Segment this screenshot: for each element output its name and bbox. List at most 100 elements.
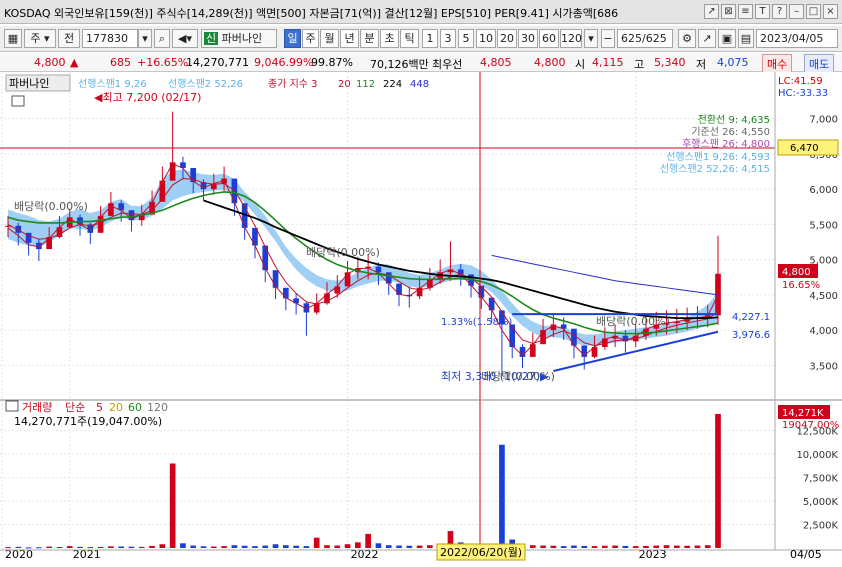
maximize-button[interactable]: □ xyxy=(806,4,821,19)
date-input[interactable]: 2023/04/05 xyxy=(756,29,838,48)
volume-bar xyxy=(632,546,639,548)
volume-tick-label: 7,500K xyxy=(803,474,839,485)
volume-bar xyxy=(241,545,248,548)
legend-span2[interactable]: 선행스팬2 52,26 xyxy=(168,78,243,90)
minus-icon[interactable]: − xyxy=(601,29,615,48)
draw-tool-icon[interactable]: ↗ xyxy=(698,29,716,48)
candle-body xyxy=(375,266,382,273)
legend-ma-close[interactable]: 종가 지수 3 xyxy=(268,78,318,90)
lc-value: LC:41.59 xyxy=(778,76,823,87)
volume-legend-title[interactable]: 거래량 xyxy=(22,401,52,414)
volume-bar xyxy=(221,546,227,548)
price-tick-label: 7,000 xyxy=(809,115,838,126)
price-tick-label: 4,000 xyxy=(809,326,838,337)
minute-3[interactable]: 3 xyxy=(440,29,456,48)
volume-bar xyxy=(210,546,217,548)
chart-area[interactable]: 7,0006,5006,0005,5005,0004,5004,0003,500… xyxy=(0,72,842,567)
stock-code-input[interactable]: 177830 xyxy=(82,29,138,48)
volume-top-value: 14,271K xyxy=(782,408,824,419)
speaker-icon[interactable]: ◀▾ xyxy=(172,29,198,48)
candle-count-input[interactable]: 625/625 xyxy=(617,29,673,48)
tab-tick[interactable]: 틱 xyxy=(400,29,419,48)
volume-bar xyxy=(56,547,63,549)
legend-span1[interactable]: 선행스팬1 9,26 xyxy=(78,78,147,90)
save-icon[interactable]: ▣ xyxy=(718,29,736,48)
volume-bar xyxy=(313,537,320,548)
volume-bar xyxy=(612,545,618,548)
tab-day[interactable]: 일 xyxy=(284,29,301,48)
minute-5[interactable]: 5 xyxy=(458,29,474,48)
candle-count: 625 xyxy=(621,32,642,45)
volume-bar xyxy=(169,463,176,548)
link-icon[interactable]: ↗ xyxy=(704,4,719,19)
volume-ma-120[interactable]: 120 xyxy=(147,401,168,414)
conversion-line-value: 전환선 9: 4,635 xyxy=(698,114,770,126)
buy-button[interactable]: 매수 xyxy=(762,54,793,74)
bid-price: 4,800 xyxy=(534,56,566,69)
settings-icon[interactable]: ⚙ xyxy=(678,29,696,48)
candle-count-total: /625 xyxy=(642,32,667,45)
price-tick-label: 6,000 xyxy=(809,185,838,196)
legend-ma-224[interactable]: 224 xyxy=(383,79,402,90)
candle-body xyxy=(282,287,289,299)
menu-icon[interactable]: ≡ xyxy=(738,4,753,19)
low-price: 4,075 xyxy=(717,56,749,69)
tab-year[interactable]: 년 xyxy=(340,29,359,48)
legend-ma-448[interactable]: 448 xyxy=(410,79,429,90)
minute-60[interactable]: 60 xyxy=(539,29,559,48)
legend-ma-112[interactable]: 112 xyxy=(356,79,375,90)
volume-bar xyxy=(36,547,42,549)
volume-bar xyxy=(715,414,721,548)
volume-bar xyxy=(272,544,279,548)
tab-minute[interactable]: 분 xyxy=(360,29,379,48)
minute-1[interactable]: 1 xyxy=(422,29,438,48)
volume-legend-ma[interactable]: 단순 xyxy=(65,401,85,414)
help-icon[interactable]: ? xyxy=(772,4,787,19)
close-button[interactable]: × xyxy=(823,4,838,19)
volume-ma-60[interactable]: 60 xyxy=(128,401,142,414)
volume-bar xyxy=(252,546,258,548)
capture-icon[interactable]: ⊠ xyxy=(721,4,736,19)
market-select[interactable]: 주 ▾ xyxy=(24,29,56,48)
base-line-value: 기준선 26: 4,550 xyxy=(691,126,770,138)
dividend-label-3: 배당락(0.00%) xyxy=(481,370,555,383)
code-dropdown-icon[interactable]: ▾ xyxy=(138,29,152,48)
minute-20[interactable]: 20 xyxy=(497,29,517,48)
price-tick-label: 3,500 xyxy=(809,361,838,372)
search-icon[interactable]: ⌕ xyxy=(154,29,170,48)
legend-ma-20[interactable]: 20 xyxy=(338,79,351,90)
current-price-marker: 4,800 xyxy=(782,267,811,278)
max-label: ◀최고 7,200 (02/17) xyxy=(94,91,201,104)
layout-icon[interactable]: ▦ xyxy=(4,29,22,48)
volume-bar xyxy=(180,543,186,548)
minimize-button[interactable]: – xyxy=(789,4,804,19)
stock-name-field[interactable]: 신 파버나인 xyxy=(201,29,277,48)
price-change-pct: +16.65% xyxy=(137,56,189,69)
type-select[interactable]: 전 xyxy=(58,29,80,48)
volume-bar xyxy=(365,533,371,548)
sell-button[interactable]: 매도 xyxy=(804,54,835,74)
chevron-down-icon[interactable]: ▾ xyxy=(584,29,598,48)
volume-ratio: 9,046.99% xyxy=(254,56,314,69)
volume-ma-5[interactable]: 5 xyxy=(96,401,103,414)
low-label: 저 xyxy=(696,58,707,71)
volume-bar xyxy=(344,544,351,548)
trendline-lower-value: 3,976.6 xyxy=(732,330,770,341)
toolbar: ▦ 주 ▾ 전 177830 ▾ ⌕ ◀▾ 신 파버나인 일 주 월 년 분 초… xyxy=(0,26,842,52)
hc-value: HC:-33.33 xyxy=(778,88,828,99)
font-icon[interactable]: T xyxy=(755,4,770,19)
minute-30[interactable]: 30 xyxy=(518,29,538,48)
title-bar: KOSDAQ 외국인보유[159(천)] 주식수[14,289(천)] 액면[5… xyxy=(0,0,842,24)
tab-second[interactable]: 초 xyxy=(380,29,399,48)
volume-bar xyxy=(46,546,52,548)
minute-10[interactable]: 10 xyxy=(476,29,496,48)
volume-bar xyxy=(694,545,701,548)
quote-bar: 4,800 ▲ 685 +16.65% 14,270,771 9,046.99%… xyxy=(0,53,842,74)
print-icon[interactable]: ▤ xyxy=(738,29,754,48)
tab-week[interactable]: 주 xyxy=(302,29,319,48)
minute-120[interactable]: 120 xyxy=(560,29,582,48)
ask-price: 4,805 xyxy=(480,56,512,69)
volume-ma-20[interactable]: 20 xyxy=(109,401,123,414)
leading-span2-value: 선행스팬2 52,26: 4,515 xyxy=(660,163,770,175)
tab-month[interactable]: 월 xyxy=(320,29,339,48)
